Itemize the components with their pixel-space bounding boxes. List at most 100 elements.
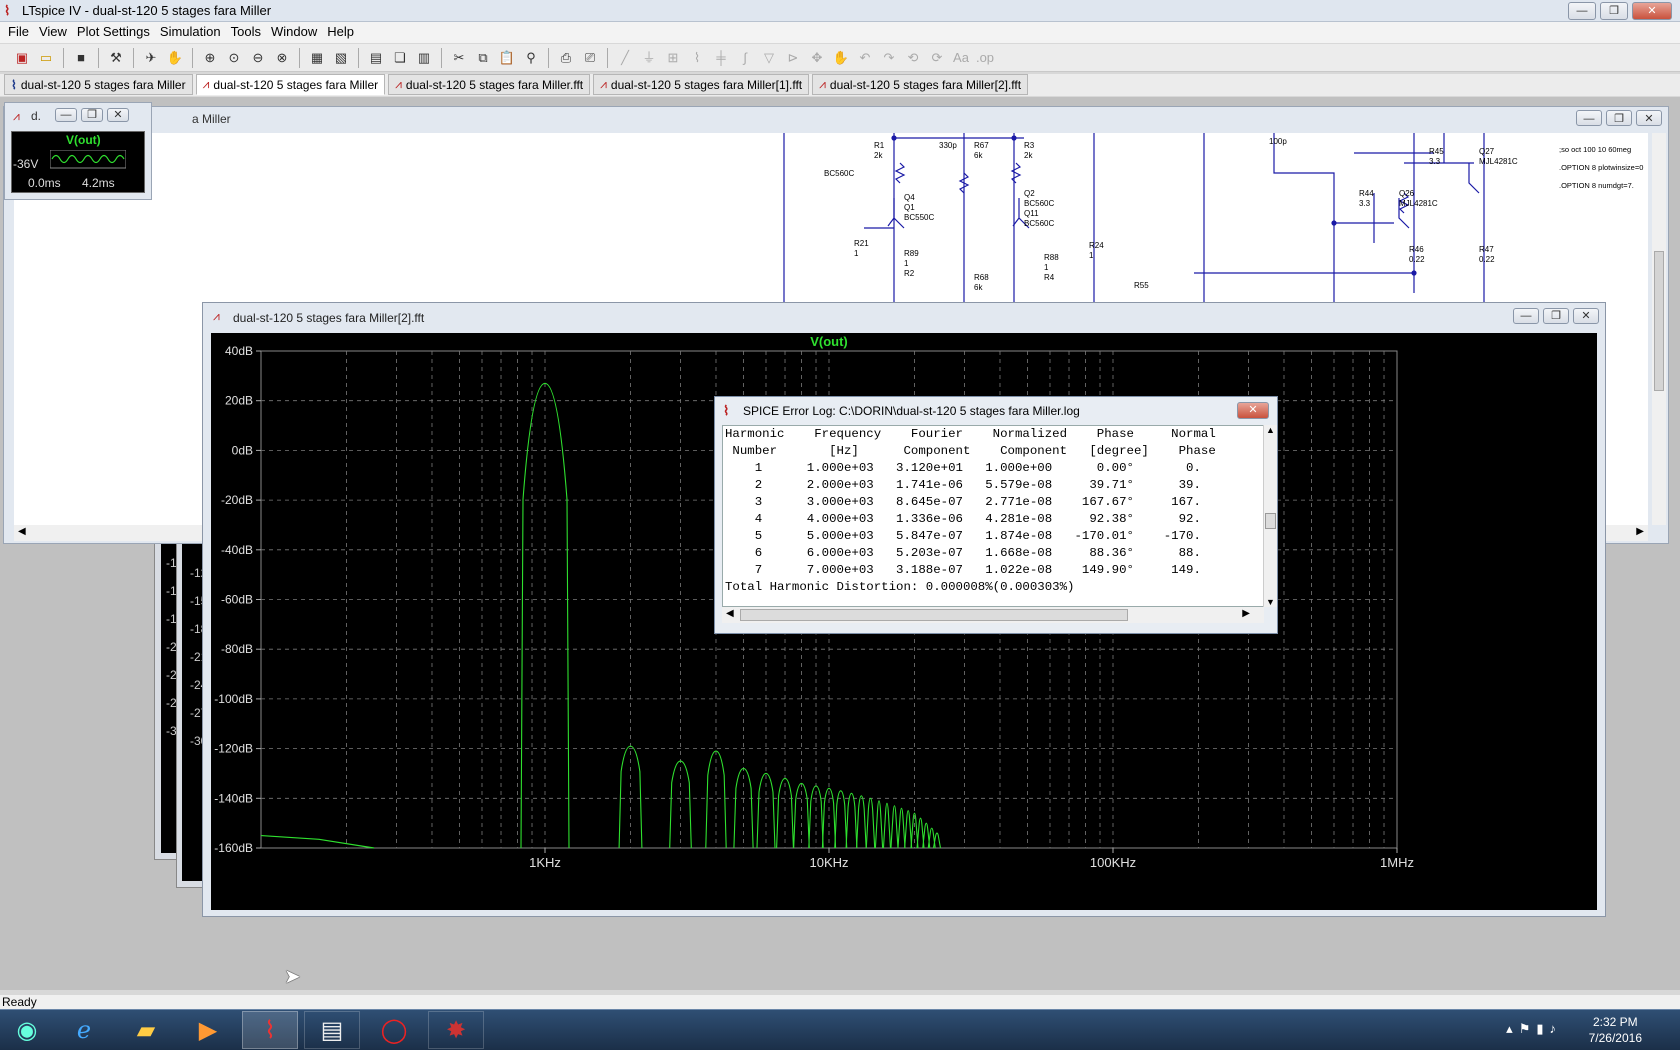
error-log-text[interactable]: Harmonic Frequency Fourier Normalized Ph… — [722, 425, 1264, 607]
menu-help[interactable]: Help — [323, 22, 360, 43]
menu-tools[interactable]: Tools — [227, 22, 267, 43]
app-icon[interactable]: ✸ — [428, 1011, 484, 1049]
schematic-vertical-scrollbar[interactable] — [1652, 133, 1666, 525]
close-button[interactable]: ✕ — [1632, 2, 1672, 20]
inductor-icon[interactable]: ∫ — [735, 48, 755, 68]
cut-icon[interactable]: ✂ — [449, 48, 469, 68]
scroll-left-icon[interactable]: ◀ — [726, 608, 734, 619]
scroll-down-icon[interactable]: ▼ — [1266, 597, 1275, 607]
scroll-right-icon[interactable]: ▶ — [1242, 608, 1250, 619]
log-vertical-scrollbar[interactable]: ▲ ▼ — [1263, 425, 1277, 607]
run-icon[interactable]: ✈ — [141, 48, 161, 68]
menu-window[interactable]: Window — [267, 22, 323, 43]
log-horizontal-scrollbar[interactable]: ◀ ▶ — [722, 607, 1264, 623]
toolbar-separator — [299, 47, 300, 68]
manual-limits-icon[interactable]: ▧ — [331, 48, 351, 68]
minimize-button[interactable]: — — [55, 108, 77, 122]
undo-icon[interactable]: ↶ — [855, 48, 875, 68]
minimize-button[interactable]: — — [1568, 2, 1596, 20]
schematic-window-controls: — ❐ ✕ — [1576, 110, 1662, 126]
file-explorer-icon[interactable]: ▰ — [118, 1011, 174, 1049]
spice-directive[interactable]: .OPTION 8 plotwinsize=0 — [1559, 159, 1643, 177]
move-icon[interactable]: ✥ — [807, 48, 827, 68]
restore-button[interactable]: ❐ — [1600, 2, 1628, 20]
ground-icon[interactable]: ⏚ — [639, 48, 659, 68]
print-icon[interactable]: ⎚ — [580, 48, 600, 68]
notepad-icon[interactable]: ▤ — [304, 1011, 360, 1049]
component-label: MJL4281C — [1399, 199, 1438, 208]
component-label: 1 — [904, 259, 909, 268]
scroll-left-icon[interactable]: ◀ — [18, 526, 26, 537]
minimize-button[interactable]: — — [1513, 308, 1539, 324]
spice-error-log-window[interactable]: ⌇ SPICE Error Log: C:\DORIN\dual-st-120 … — [714, 396, 1278, 634]
media-player-icon[interactable]: ▶ — [180, 1011, 236, 1049]
wire-icon[interactable]: ╱ — [615, 48, 635, 68]
diode-icon[interactable]: ▽ — [759, 48, 779, 68]
opera-icon[interactable]: ◯ — [366, 1011, 422, 1049]
capacitor-icon[interactable]: ╪ — [711, 48, 731, 68]
close-button[interactable]: ✕ — [1573, 308, 1599, 324]
tab-fft-2[interactable]: ⩘ dual-st-120 5 stages fara Miller[2].fft — [812, 74, 1029, 95]
mini-waveform-window[interactable]: ⩘ d. — ❐ ✕ V(out) -36V 0.0ms 4.2ms — [4, 102, 152, 200]
tile-vertical-icon[interactable]: ▥ — [414, 48, 434, 68]
spice-directive[interactable]: .OPTION 8 numdgt=7. — [1559, 177, 1643, 195]
zoom-area-icon[interactable]: ⊙ — [224, 48, 244, 68]
label-net-icon[interactable]: ⊞ — [663, 48, 683, 68]
spice-directive-icon[interactable]: .op — [975, 48, 995, 68]
scroll-thumb[interactable] — [1265, 513, 1276, 529]
mini-window-title: d. — [31, 109, 42, 123]
new-schematic-icon[interactable]: ▣ — [12, 48, 32, 68]
component-icon[interactable]: ⊳ — [783, 48, 803, 68]
menu-view[interactable]: View — [35, 22, 73, 43]
menu-plot-settings[interactable]: Plot Settings — [73, 22, 156, 43]
copy-icon[interactable]: ⧉ — [473, 48, 493, 68]
tab-fft-1[interactable]: ⩘ dual-st-120 5 stages fara Miller[1].fft — [593, 74, 810, 95]
flag-icon[interactable]: ⚑ — [1519, 1021, 1537, 1036]
tab-waveform[interactable]: ⩘ dual-st-120 5 stages fara Miller — [195, 74, 386, 95]
redo-icon[interactable]: ↷ — [879, 48, 899, 68]
menu-simulation[interactable]: Simulation — [156, 22, 227, 43]
clock[interactable]: 2:32 PM 7/26/2016 — [1589, 1014, 1642, 1046]
network-icon[interactable]: ▮ — [1536, 1021, 1549, 1036]
restore-button[interactable]: ❐ — [1606, 110, 1632, 126]
cascade-icon[interactable]: ❏ — [390, 48, 410, 68]
ltspice-icon[interactable]: ⌇ — [242, 1011, 298, 1049]
close-button[interactable]: ✕ — [1237, 402, 1269, 419]
restore-button[interactable]: ❐ — [1543, 308, 1569, 324]
scroll-thumb[interactable] — [740, 609, 1128, 621]
open-folder-icon[interactable]: ▭ — [36, 48, 56, 68]
drag-icon[interactable]: ✋ — [831, 48, 851, 68]
close-button[interactable]: ✕ — [1636, 110, 1662, 126]
internet-explorer-icon[interactable]: ℯ — [56, 1011, 112, 1049]
zoom-in-icon[interactable]: ⊕ — [200, 48, 220, 68]
save-icon[interactable]: ■ — [71, 48, 91, 68]
zoom-fit-icon[interactable]: ⊗ — [272, 48, 292, 68]
waveform-icon: ⩘ — [202, 77, 210, 91]
pan-hand-icon[interactable]: ✋ — [165, 48, 185, 68]
find-icon[interactable]: ⚲ — [521, 48, 541, 68]
text-icon[interactable]: Aa — [951, 48, 971, 68]
scroll-right-icon[interactable]: ▶ — [1636, 526, 1644, 537]
minimize-button[interactable]: — — [1576, 110, 1602, 126]
zoom-out-icon[interactable]: ⊖ — [248, 48, 268, 68]
spice-directive[interactable]: ;so oct 100 10 60meg — [1559, 141, 1643, 159]
rotate-icon[interactable]: ⟲ — [903, 48, 923, 68]
menu-file[interactable]: File — [4, 22, 35, 43]
restore-button[interactable]: ❐ — [81, 108, 103, 122]
tab-fft[interactable]: ⩘ dual-st-120 5 stages fara Miller.fft — [388, 74, 591, 95]
mirror-icon[interactable]: ⟳ — [927, 48, 947, 68]
scroll-thumb[interactable] — [1654, 251, 1664, 391]
tab-schematic[interactable]: ⌇ dual-st-120 5 stages fara Miller — [4, 74, 193, 95]
control-panel-icon[interactable]: ⚒ — [106, 48, 126, 68]
scroll-up-icon[interactable]: ▲ — [1266, 425, 1275, 435]
print-preview-icon[interactable]: ⎙ — [556, 48, 576, 68]
start-orb-icon[interactable]: ◉ — [4, 1011, 50, 1049]
show-hidden-icon[interactable]: ▴ — [1506, 1021, 1519, 1036]
resistor-icon[interactable]: ⌇ — [687, 48, 707, 68]
close-button[interactable]: ✕ — [107, 108, 129, 122]
paste-icon[interactable]: 📋 — [497, 48, 517, 68]
window-title: LTspice IV - dual-st-120 5 stages fara M… — [22, 3, 272, 18]
tile-horizontal-icon[interactable]: ▤ — [366, 48, 386, 68]
autorange-icon[interactable]: ▦ — [307, 48, 327, 68]
volume-icon[interactable]: ♪ — [1550, 1021, 1563, 1036]
